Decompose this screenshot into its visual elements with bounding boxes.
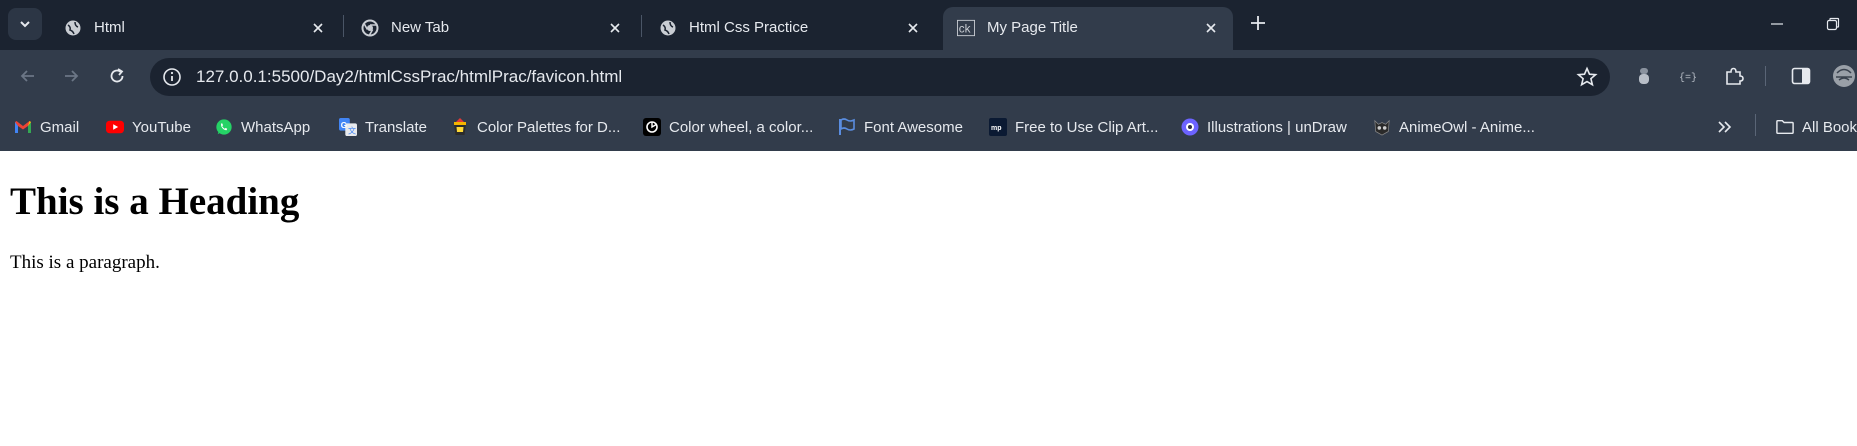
svg-text:ck: ck	[959, 23, 971, 36]
extension-icon	[1639, 68, 1649, 84]
bookmark-clip-art[interactable]: mp Free to Use Clip Art...	[989, 115, 1158, 139]
extensions-button[interactable]	[1722, 64, 1746, 88]
bookmark-label: YouTube	[132, 118, 191, 136]
more-bookmarks-button[interactable]	[1717, 115, 1733, 139]
tab-new-tab[interactable]: New Tab	[347, 7, 637, 50]
restore-button[interactable]	[1821, 12, 1845, 36]
tab-html-css-practice[interactable]: Html Css Practice	[645, 7, 935, 50]
tab-strip: Html New Tab Html Css Practice ck My Pag…	[0, 0, 1857, 50]
folder-icon	[1776, 118, 1794, 136]
chrome-icon	[361, 19, 379, 37]
toolbar: 127.0.0.1:5500/Day2/htmlCssPrac/htmlPrac…	[0, 50, 1857, 102]
reload-icon	[110, 68, 124, 83]
bookmark-label: AnimeOwl - Anime...	[1399, 118, 1535, 136]
new-tab-button[interactable]	[1246, 11, 1270, 35]
address-bar[interactable]: 127.0.0.1:5500/Day2/htmlCssPrac/htmlPrac…	[150, 58, 1610, 96]
puzzle-icon	[1726, 67, 1744, 85]
bookmark-gmail[interactable]: Gmail	[14, 115, 79, 139]
bookmark-translate[interactable]: G文 Translate	[339, 115, 427, 139]
extension-button[interactable]	[1632, 64, 1656, 88]
bookmarks-divider	[1755, 114, 1756, 136]
bookmark-label: Illustrations | unDraw	[1207, 118, 1347, 136]
tab-divider	[343, 15, 344, 37]
info-icon[interactable]	[162, 67, 182, 87]
page-content: This is a Heading This is a paragraph.	[0, 151, 1857, 446]
reload-button[interactable]	[103, 62, 131, 90]
browser-chrome: Html New Tab Html Css Practice ck My Pag…	[0, 0, 1857, 151]
page-paragraph: This is a paragraph.	[10, 252, 160, 273]
toolbar-divider	[1765, 66, 1766, 86]
whatsapp-icon	[215, 118, 233, 136]
close-icon[interactable]	[605, 18, 625, 38]
svg-text:G: G	[341, 121, 347, 130]
svg-text:文: 文	[348, 125, 356, 135]
bookmark-undraw[interactable]: Illustrations | unDraw	[1181, 115, 1347, 139]
side-panel-icon	[1791, 67, 1811, 85]
double-chevron-right-icon	[1718, 121, 1732, 133]
forward-button[interactable]	[57, 62, 85, 90]
tab-divider	[641, 15, 642, 37]
bookmark-color-wheel[interactable]: Color wheel, a color...	[643, 115, 813, 139]
profile-button[interactable]	[1832, 64, 1856, 88]
minimize-icon	[1771, 23, 1783, 25]
json-viewer-button[interactable]: {=}	[1676, 64, 1700, 88]
ck-icon: ck	[957, 19, 975, 37]
close-icon[interactable]	[903, 18, 923, 38]
bookmark-color-palettes[interactable]: Color Palettes for D...	[451, 115, 620, 139]
bookmark-label: Gmail	[40, 118, 80, 136]
owl-icon	[1373, 118, 1391, 136]
undraw-icon	[1181, 118, 1199, 136]
bookmark-animeowl[interactable]: AnimeOwl - Anime...	[1373, 115, 1535, 139]
tab-my-page-title[interactable]: ck My Page Title	[943, 7, 1233, 50]
braces-icon: {=}	[1679, 72, 1697, 84]
palette-icon	[451, 118, 469, 136]
tab-title: My Page Title	[987, 19, 1078, 36]
bookmarks-bar: Gmail YouTube WhatsApp G文 Translate Colo…	[0, 102, 1857, 151]
youtube-icon	[106, 118, 124, 136]
tab-search-button[interactable]	[8, 8, 42, 40]
gmail-icon	[14, 118, 32, 136]
bookmark-label: WhatsApp	[241, 118, 311, 136]
all-bookmarks-button[interactable]: All Bookmarks	[1776, 115, 1857, 139]
globe-icon	[659, 19, 677, 37]
arrow-right-icon	[65, 70, 79, 82]
tab-title: New Tab	[391, 19, 450, 36]
tab-title: Html Css Practice	[689, 19, 809, 36]
translate-icon: G文	[339, 118, 357, 136]
close-icon[interactable]	[308, 18, 328, 38]
bookmark-label: Color wheel, a color...	[669, 118, 814, 136]
clipart-icon: mp	[989, 118, 1007, 136]
globe-icon	[64, 19, 82, 37]
minimize-button[interactable]	[1765, 12, 1789, 36]
bookmark-label: Font Awesome	[864, 118, 963, 136]
avatar	[1833, 65, 1855, 87]
all-bookmarks-label: All Bookmarks	[1802, 118, 1857, 136]
close-icon[interactable]	[1201, 18, 1221, 38]
svg-text:{=}: {=}	[1679, 72, 1697, 84]
bookmark-label: Free to Use Clip Art...	[1015, 118, 1159, 136]
arrow-left-icon	[20, 70, 34, 82]
star-icon[interactable]	[1576, 66, 1598, 88]
flag-icon	[838, 118, 856, 136]
color-wheel-icon	[643, 118, 661, 136]
tab-title: Html	[94, 19, 125, 36]
bookmark-label: Color Palettes for D...	[477, 118, 621, 136]
restore-icon	[1826, 17, 1840, 31]
bookmark-youtube[interactable]: YouTube	[106, 115, 191, 139]
page-heading: This is a Heading	[10, 180, 300, 223]
side-panel-button[interactable]	[1789, 64, 1813, 88]
bookmark-whatsapp[interactable]: WhatsApp	[215, 115, 310, 139]
url-text[interactable]: 127.0.0.1:5500/Day2/htmlCssPrac/htmlPrac…	[196, 67, 622, 87]
chevron-down-icon	[20, 21, 30, 28]
bookmark-label: Translate	[365, 118, 427, 136]
svg-text:mp: mp	[991, 125, 1002, 132]
back-button[interactable]	[14, 62, 42, 90]
tab-html[interactable]: Html	[50, 7, 340, 50]
plus-icon	[1251, 16, 1265, 30]
bookmark-font-awesome[interactable]: Font Awesome	[838, 115, 963, 139]
